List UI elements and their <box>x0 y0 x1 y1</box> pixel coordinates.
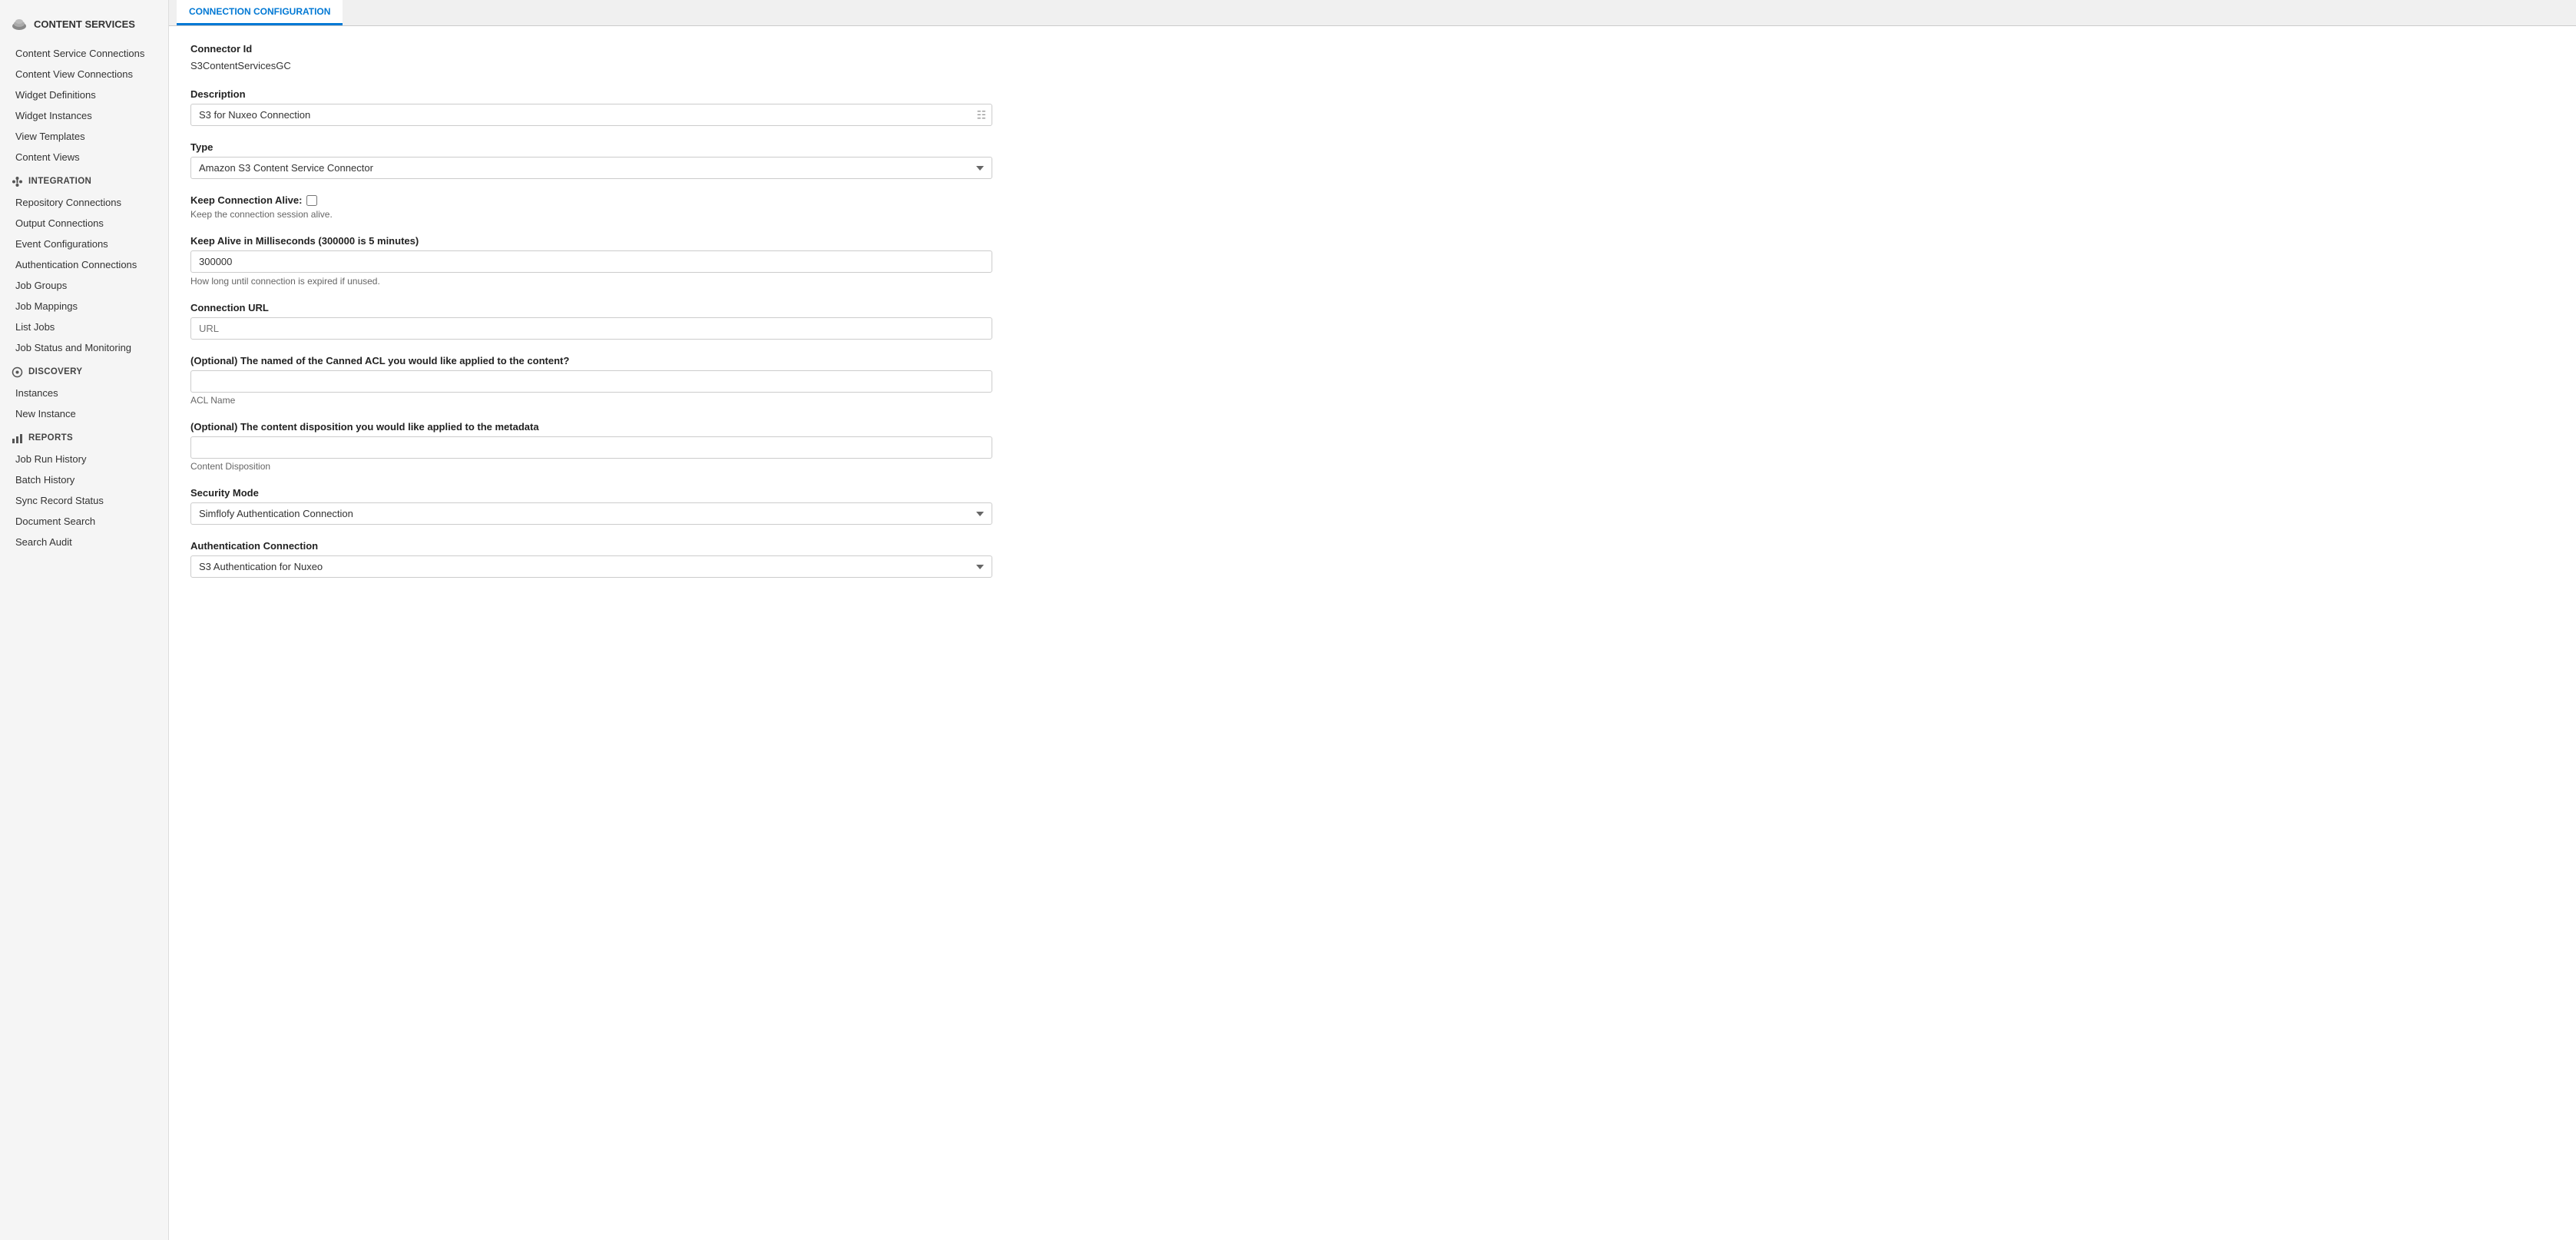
discovery-icon <box>11 366 23 378</box>
sidebar-section-integration-header: INTEGRATION <box>0 167 168 192</box>
sidebar-item-view-templates[interactable]: View Templates <box>0 126 168 147</box>
tab-connection-configuration[interactable]: CONNECTION CONFIGURATION <box>177 0 343 25</box>
tab-bar: CONNECTION CONFIGURATION <box>169 0 2576 26</box>
sidebar-item-widget-instances[interactable]: Widget Instances <box>0 105 168 126</box>
sidebar-item-job-mappings[interactable]: Job Mappings <box>0 296 168 317</box>
connection-url-label: Connection URL <box>190 302 992 313</box>
keep-alive-field: Keep Connection Alive: Keep the connecti… <box>190 194 992 220</box>
description-label: Description <box>190 88 992 100</box>
connection-url-input[interactable] <box>190 317 992 340</box>
sidebar-section-discovery: Instances New Instance <box>0 383 168 424</box>
keep-alive-label: Keep Connection Alive: <box>190 194 302 206</box>
keep-alive-ms-hint: How long until connection is expired if … <box>190 276 992 287</box>
connection-url-field: Connection URL <box>190 302 992 340</box>
main-content: CONNECTION CONFIGURATION Connector Id S3… <box>169 0 2576 1240</box>
connector-id-value: S3ContentServicesGC <box>190 58 992 73</box>
sidebar-item-authentication-connections[interactable]: Authentication Connections <box>0 254 168 275</box>
brand-label: CONTENT SERVICES <box>34 18 135 30</box>
security-mode-field: Security Mode Simflofy Authentication Co… <box>190 487 992 525</box>
content-disposition-hint: Content Disposition <box>190 461 992 472</box>
sidebar-item-job-groups[interactable]: Job Groups <box>0 275 168 296</box>
sidebar-item-instances[interactable]: Instances <box>0 383 168 403</box>
sidebar-item-sync-record-status[interactable]: Sync Record Status <box>0 490 168 511</box>
keep-alive-ms-input[interactable] <box>190 250 992 273</box>
canned-acl-input[interactable] <box>190 370 992 393</box>
sidebar-item-content-view-connections[interactable]: Content View Connections <box>0 64 168 85</box>
description-icon: ☷ <box>976 108 986 121</box>
type-label: Type <box>190 141 992 153</box>
brand-icon <box>11 15 28 32</box>
sidebar: CONTENT SERVICES Content Service Connect… <box>0 0 169 1240</box>
auth-connection-field: Authentication Connection S3 Authenticat… <box>190 540 992 578</box>
integration-icon <box>11 175 23 187</box>
form-area: Connector Id S3ContentServicesGC Descrip… <box>169 26 1014 610</box>
type-select[interactable]: Amazon S3 Content Service Connector <box>190 157 992 179</box>
connector-id-label: Connector Id <box>190 43 992 55</box>
sidebar-item-content-service-connections[interactable]: Content Service Connections <box>0 43 168 64</box>
sidebar-section-reports-header: REPORTS <box>0 424 168 449</box>
sidebar-section-reports: Job Run History Batch History Sync Recor… <box>0 449 168 552</box>
auth-connection-label: Authentication Connection <box>190 540 992 552</box>
keep-alive-ms-field: Keep Alive in Milliseconds (300000 is 5 … <box>190 235 992 287</box>
sidebar-item-repository-connections[interactable]: Repository Connections <box>0 192 168 213</box>
content-disposition-label: (Optional) The content disposition you w… <box>190 421 992 433</box>
acl-name-hint: ACL Name <box>190 395 992 406</box>
content-disposition-field: (Optional) The content disposition you w… <box>190 421 992 472</box>
security-mode-label: Security Mode <box>190 487 992 499</box>
sidebar-item-job-status-monitoring[interactable]: Job Status and Monitoring <box>0 337 168 358</box>
keep-alive-checkbox-row: Keep Connection Alive: <box>190 194 992 206</box>
sidebar-item-output-connections[interactable]: Output Connections <box>0 213 168 234</box>
sidebar-item-batch-history[interactable]: Batch History <box>0 469 168 490</box>
auth-connection-select[interactable]: S3 Authentication for Nuxeo <box>190 555 992 578</box>
sidebar-item-new-instance[interactable]: New Instance <box>0 403 168 424</box>
type-field: Type Amazon S3 Content Service Connector <box>190 141 992 179</box>
keep-alive-ms-label: Keep Alive in Milliseconds (300000 is 5 … <box>190 235 992 247</box>
sidebar-brand: CONTENT SERVICES <box>0 8 168 43</box>
description-input[interactable] <box>190 104 992 126</box>
connector-id-field: Connector Id S3ContentServicesGC <box>190 43 992 73</box>
sidebar-section-content-services: Content Service Connections Content View… <box>0 43 168 167</box>
sidebar-section-integration: Repository Connections Output Connection… <box>0 192 168 358</box>
sidebar-section-discovery-header: DISCOVERY <box>0 358 168 383</box>
sidebar-item-content-views[interactable]: Content Views <box>0 147 168 167</box>
description-field: Description ☷ <box>190 88 992 126</box>
canned-acl-label: (Optional) The named of the Canned ACL y… <box>190 355 992 366</box>
reports-icon <box>11 432 23 444</box>
security-mode-select[interactable]: Simflofy Authentication Connection <box>190 502 992 525</box>
sidebar-item-list-jobs[interactable]: List Jobs <box>0 317 168 337</box>
sidebar-item-search-audit[interactable]: Search Audit <box>0 532 168 552</box>
sidebar-item-widget-definitions[interactable]: Widget Definitions <box>0 85 168 105</box>
description-input-wrapper: ☷ <box>190 104 992 126</box>
keep-alive-hint: Keep the connection session alive. <box>190 209 992 220</box>
sidebar-item-document-search[interactable]: Document Search <box>0 511 168 532</box>
keep-alive-checkbox[interactable] <box>306 195 317 206</box>
sidebar-item-job-run-history[interactable]: Job Run History <box>0 449 168 469</box>
sidebar-item-event-configurations[interactable]: Event Configurations <box>0 234 168 254</box>
content-disposition-input[interactable] <box>190 436 992 459</box>
canned-acl-field: (Optional) The named of the Canned ACL y… <box>190 355 992 406</box>
